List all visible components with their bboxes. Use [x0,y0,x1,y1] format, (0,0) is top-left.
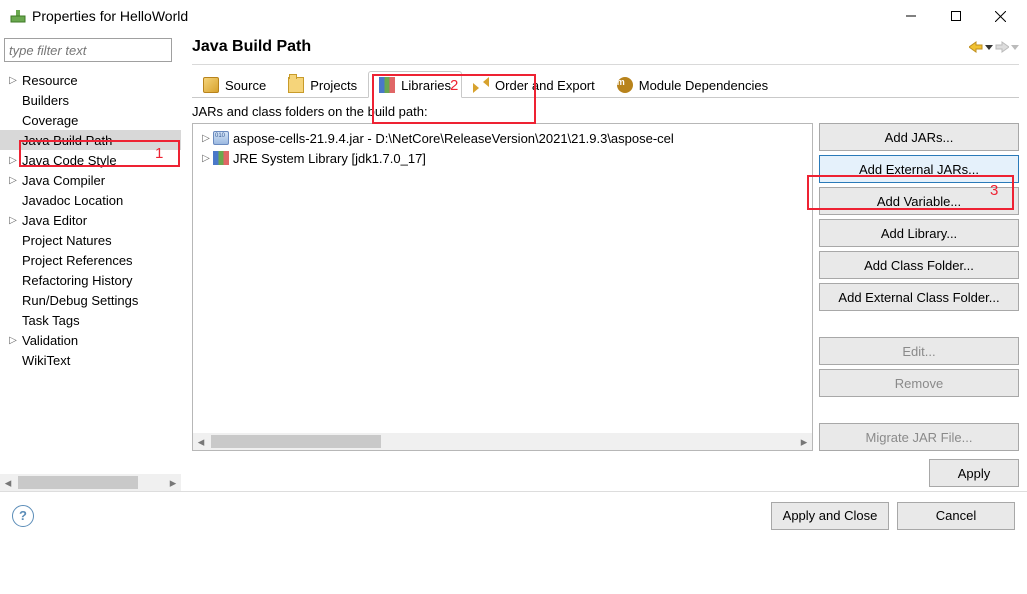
apply-button[interactable]: Apply [929,459,1019,487]
sidebar-h-scrollbar[interactable]: ◂▸ [0,474,181,491]
titlebar: Properties for HelloWorld [0,0,1027,32]
nav-item-java-editor[interactable]: ▷Java Editor [0,210,181,230]
nav-tree[interactable]: ▷ResourceBuildersCoverageJava Build Path… [0,66,181,474]
filter-input[interactable] [4,38,172,62]
tab-module-deps[interactable]: m Module Dependencies [606,71,779,97]
nav-label: Java Code Style [20,153,117,168]
nav-label: Refactoring History [20,273,133,288]
nav-item-refactoring-history[interactable]: Refactoring History [0,270,181,290]
cancel-button[interactable]: Cancel [897,502,1015,530]
expand-icon: ▷ [6,215,20,226]
add-external-jars-button[interactable]: Add External JARs... [819,155,1019,183]
nav-label: WikiText [20,353,70,368]
tab-label: Libraries [401,78,451,93]
right-pane: Java Build Path Source Projects Librarie… [182,32,1027,491]
tab-bar: Source Projects Libraries Order and Expo… [192,71,1019,98]
library-tree-h-scrollbar[interactable]: ◂▸ [193,433,812,450]
tab-label: Projects [310,78,357,93]
expand-icon: ▷ [6,155,20,166]
nav-item-run-debug-settings[interactable]: Run/Debug Settings [0,290,181,310]
source-icon [203,77,219,93]
expand-icon: ▷ [6,75,20,86]
libraries-caption: JARs and class folders on the build path… [192,98,1019,123]
sidebar: ▷ResourceBuildersCoverageJava Build Path… [0,32,182,491]
nav-label: Project Natures [20,233,112,248]
help-icon[interactable]: ? [12,505,34,527]
library-buttons: Add JARs... Add External JARs... Add Var… [819,123,1019,451]
expand-icon: ▷ [199,153,213,164]
tab-label: Order and Export [495,78,595,93]
forward-icon [995,41,1009,53]
expand-icon: ▷ [6,335,20,346]
nav-back-forward [969,41,1019,53]
library-label: aspose-cells-21.9.4.jar - D:\NetCore\Rel… [233,131,674,146]
library-row[interactable]: ▷ JRE System Library [jdk1.7.0_17] [193,148,812,168]
nav-item-javadoc-location[interactable]: Javadoc Location [0,190,181,210]
nav-label: Java Build Path [20,133,112,148]
nav-label: Project References [20,253,133,268]
order-export-icon [473,77,489,93]
nav-label: Javadoc Location [20,193,123,208]
tab-source[interactable]: Source [192,71,277,97]
nav-item-validation[interactable]: ▷Validation [0,330,181,350]
remove-button[interactable]: Remove [819,369,1019,397]
minimize-button[interactable] [888,2,933,30]
nav-label: Resource [20,73,78,88]
window-title: Properties for HelloWorld [32,8,188,24]
close-button[interactable] [978,2,1023,30]
nav-item-java-build-path[interactable]: Java Build Path [0,130,181,150]
module-deps-icon: m [617,77,633,93]
projects-icon [288,77,304,93]
nav-item-resource[interactable]: ▷Resource [0,70,181,90]
tab-libraries[interactable]: Libraries [368,71,462,98]
tab-label: Module Dependencies [639,78,768,93]
forward-menu-icon [1011,41,1019,53]
library-row[interactable]: ▷ aspose-cells-21.9.4.jar - D:\NetCore\Re… [193,128,812,148]
nav-label: Task Tags [20,313,80,328]
nav-label: Java Editor [20,213,87,228]
add-variable-button[interactable]: Add Variable... [819,187,1019,215]
add-jars-button[interactable]: Add JARs... [819,123,1019,151]
nav-item-wikitext[interactable]: WikiText [0,350,181,370]
tab-label: Source [225,78,266,93]
back-menu-icon[interactable] [985,41,993,53]
add-external-class-folder-button[interactable]: Add External Class Folder... [819,283,1019,311]
nav-item-project-references[interactable]: Project References [0,250,181,270]
nav-label: Java Compiler [20,173,105,188]
nav-label: Coverage [20,113,78,128]
add-library-button[interactable]: Add Library... [819,219,1019,247]
library-tree[interactable]: ▷ aspose-cells-21.9.4.jar - D:\NetCore\Re… [192,123,813,451]
nav-label: Run/Debug Settings [20,293,138,308]
nav-item-java-compiler[interactable]: ▷Java Compiler [0,170,181,190]
nav-item-task-tags[interactable]: Task Tags [0,310,181,330]
app-icon [10,8,26,24]
nav-label: Validation [20,333,78,348]
jre-icon [213,151,229,165]
maximize-button[interactable] [933,2,978,30]
edit-button[interactable]: Edit... [819,337,1019,365]
apply-and-close-button[interactable]: Apply and Close [771,502,889,530]
nav-item-builders[interactable]: Builders [0,90,181,110]
back-icon[interactable] [969,41,983,53]
nav-item-java-code-style[interactable]: ▷Java Code Style [0,150,181,170]
expand-icon: ▷ [6,175,20,186]
nav-label: Builders [20,93,69,108]
jar-icon [213,131,229,145]
add-class-folder-button[interactable]: Add Class Folder... [819,251,1019,279]
library-label: JRE System Library [jdk1.7.0_17] [233,151,426,166]
expand-icon: ▷ [199,133,213,144]
libraries-icon [379,77,395,93]
tab-projects[interactable]: Projects [277,71,368,97]
nav-item-coverage[interactable]: Coverage [0,110,181,130]
tab-order-export[interactable]: Order and Export [462,71,606,97]
migrate-jar-button[interactable]: Migrate JAR File... [819,423,1019,451]
dialog-footer: ? Apply and Close Cancel [0,491,1027,539]
nav-item-project-natures[interactable]: Project Natures [0,230,181,250]
page-title: Java Build Path [192,38,311,56]
